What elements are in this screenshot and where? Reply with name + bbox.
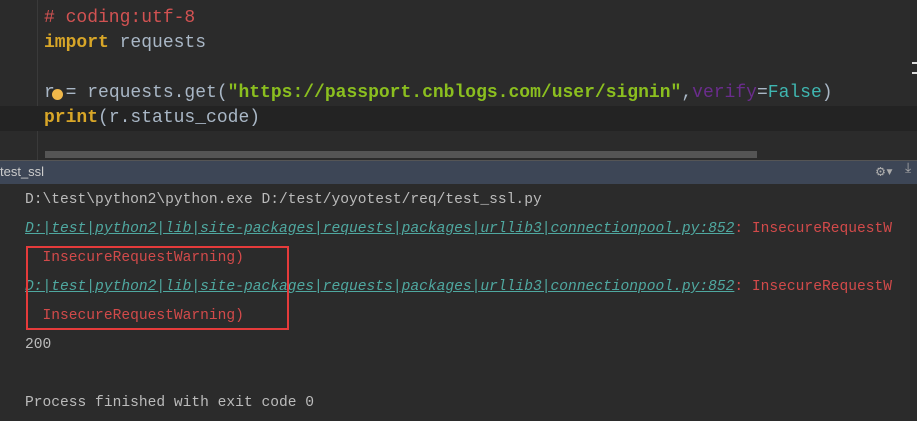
code-text: ) — [821, 83, 833, 103]
lightbulb-icon[interactable] — [52, 89, 63, 100]
error-stripe-mark[interactable] — [912, 62, 917, 64]
console-exit-message: Process finished with exit code 0 — [25, 395, 315, 411]
pin-icon[interactable]: ⤓ — [905, 161, 911, 177]
boolean-literal: False — [767, 83, 822, 103]
console-result: 200 — [25, 337, 52, 353]
code-editor[interactable]: # coding:utf-8 import requests r = reque… — [0, 0, 917, 160]
horizontal-scrollbar[interactable] — [45, 151, 757, 158]
warning-text: InsecureRequestW — [751, 221, 893, 237]
console-text: : — [734, 221, 752, 237]
console-command-line: D:\test\python2\python.exe D:/test/yoyot… — [25, 192, 542, 208]
run-tab-title[interactable]: test_ssl — [0, 164, 44, 179]
code-text: = — [756, 83, 768, 103]
code-text: requests — [108, 33, 207, 53]
keyword: print — [44, 108, 99, 128]
code-text: = requests.get( — [54, 83, 228, 103]
console-text: : — [734, 279, 752, 295]
code-line-2: import requests — [44, 31, 206, 56]
code-line-5: print(r.status_code) — [44, 106, 260, 131]
gutter-divider — [37, 0, 38, 160]
comment: # coding:utf-8 — [44, 8, 196, 28]
code-line-4: r = requests.get("https://passport.cnblo… — [44, 81, 833, 106]
string-literal: "https://passport.cnblogs.com/user/signi… — [227, 83, 682, 103]
warning-text: InsecureRequestW — [751, 279, 893, 295]
source-link[interactable]: D:|test|python2|lib|site-packages|reques… — [25, 221, 734, 237]
highlight-annotation-box — [26, 246, 289, 330]
code-text: , — [681, 83, 693, 103]
keyword-argument: verify — [692, 83, 757, 103]
code-line-1: # coding:utf-8 — [44, 6, 195, 31]
gear-icon[interactable]: ⚙▾ — [876, 162, 894, 181]
keyword: import — [44, 33, 109, 53]
code-text: (r.status_code) — [98, 108, 261, 128]
error-stripe-mark[interactable] — [912, 72, 917, 74]
run-tool-window-header: test_ssl ⚙▾ ⤓ — [0, 160, 917, 185]
console-warning-line: D:|test|python2|lib|site-packages|reques… — [25, 215, 892, 244]
